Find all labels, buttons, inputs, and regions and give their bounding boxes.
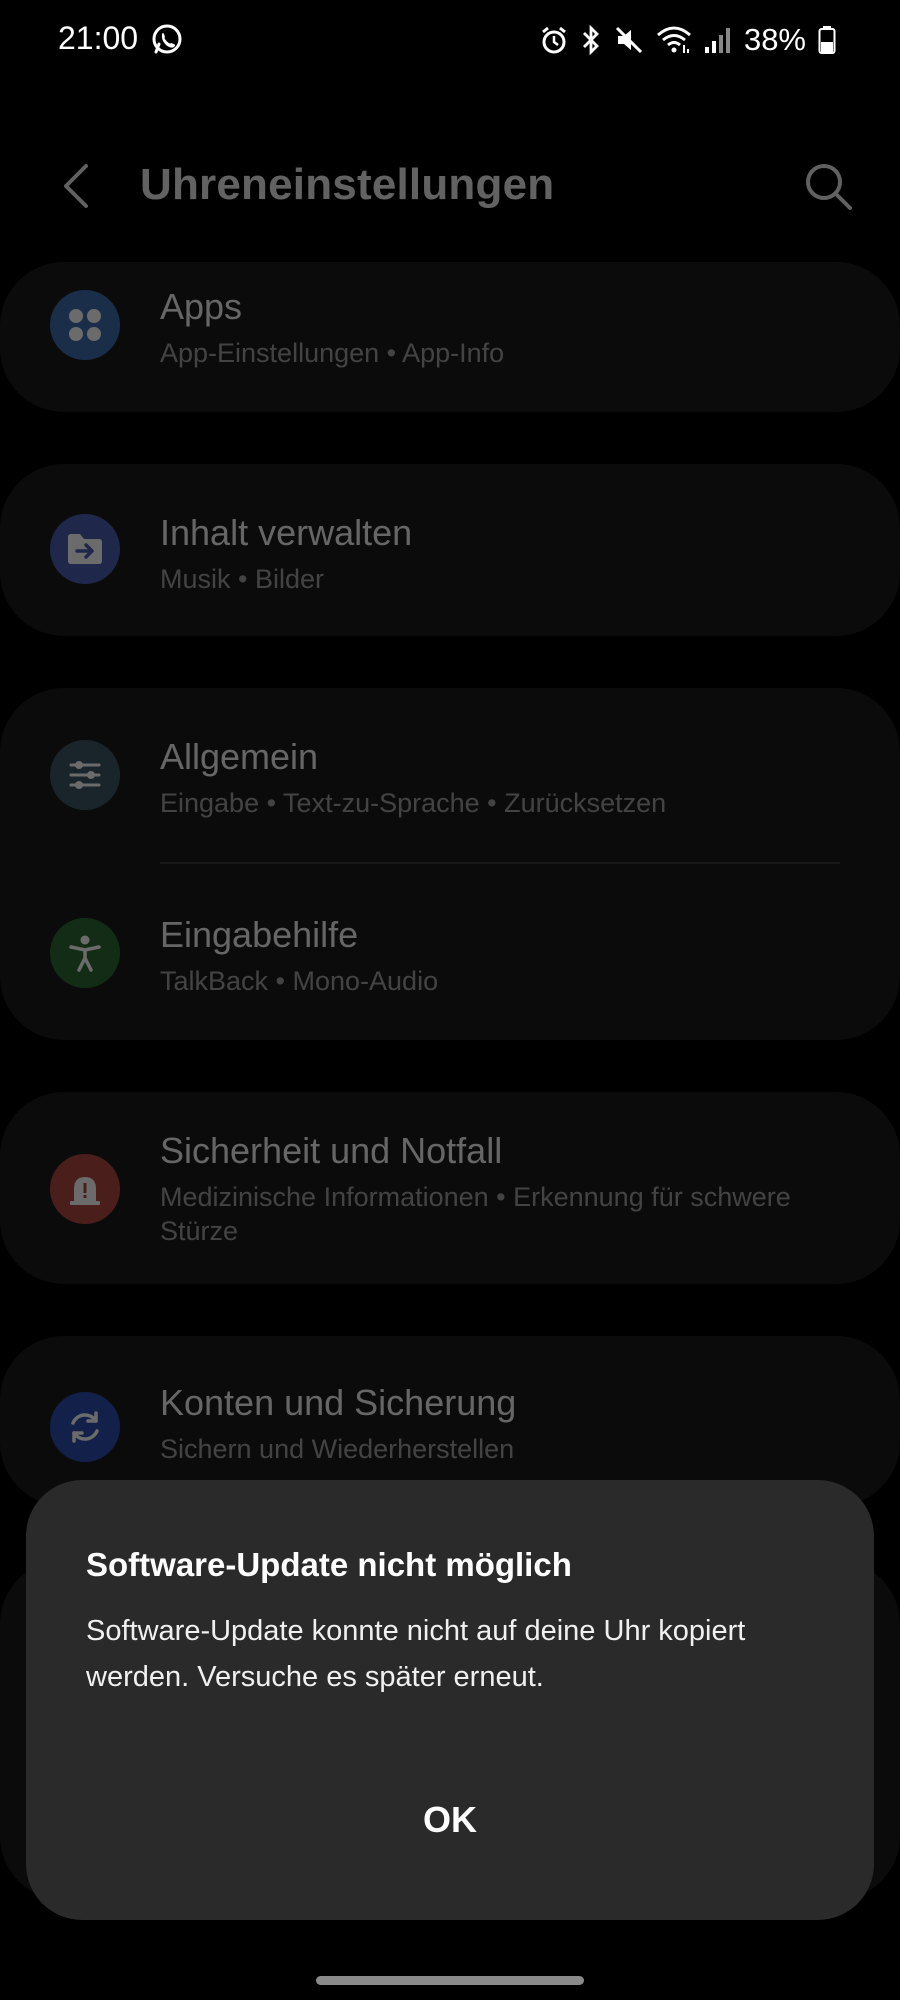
- page-title: Uhreneinstellungen: [140, 160, 555, 209]
- settings-item-title: Inhalt verwalten: [160, 512, 413, 553]
- settings-item-subtitle: TalkBack • Mono-Audio: [160, 966, 439, 996]
- apps-grid-icon: [50, 290, 120, 360]
- folder-transfer-icon: [50, 514, 120, 584]
- accessibility-icon: [50, 918, 120, 988]
- error-dialog: Software-Update nicht möglich Software-U…: [26, 1480, 874, 1920]
- back-arrow-icon[interactable]: [50, 158, 106, 214]
- settings-item-subtitle: Eingabe • Text-zu-Sprache • Zurücksetzen: [160, 788, 667, 818]
- alarm-icon: [542, 26, 566, 54]
- settings-item-content[interactable]: Inhalt verwalten Musik • Bilder: [0, 464, 900, 636]
- settings-item-title: Konten und Sicherung: [160, 1382, 517, 1423]
- status-icons: 38%: [540, 22, 836, 58]
- settings-item-subtitle: Sichern und Wiederherstellen: [160, 1434, 515, 1464]
- bluetooth-icon: [582, 25, 599, 55]
- wifi-icon: [656, 26, 691, 53]
- sync-icon: [50, 1392, 120, 1462]
- sliders-icon: [50, 740, 120, 810]
- dialog-title: Software-Update nicht möglich: [86, 1546, 572, 1583]
- settings-item-subtitle: App-Einstellungen • App-Info: [160, 338, 505, 368]
- settings-item-apps[interactable]: Apps App-Einstellungen • App-Info: [0, 262, 900, 412]
- settings-item-title: Eingabehilfe: [160, 914, 359, 955]
- settings-item-subtitle: Musik • Bilder: [160, 564, 324, 594]
- emergency-siren-icon: [50, 1154, 120, 1224]
- status-bar: 21:00 38%: [0, 0, 900, 80]
- settings-item-safety[interactable]: Sicherheit und Notfall Medizinische Info…: [0, 1092, 900, 1284]
- settings-item-accounts[interactable]: Konten und Sicherung Sichern und Wiederh…: [0, 1336, 900, 1486]
- mute-icon: [615, 26, 643, 54]
- ok-button[interactable]: OK: [350, 1780, 550, 1860]
- signal-icon: [704, 28, 730, 53]
- whatsapp-icon: [152, 24, 182, 54]
- settings-item-title: Allgemein: [160, 736, 319, 777]
- status-time: 21:00: [58, 20, 139, 56]
- settings-item-general[interactable]: Allgemein Eingabe • Text-zu-Sprache • Zu…: [0, 688, 900, 864]
- search-icon[interactable]: [798, 156, 858, 216]
- settings-item-title: Apps: [160, 286, 243, 327]
- battery-icon: [818, 26, 836, 54]
- gesture-nav-handle[interactable]: [316, 1976, 584, 1985]
- settings-item-accessibility[interactable]: Eingabehilfe TalkBack • Mono-Audio: [0, 864, 900, 1040]
- settings-item-subtitle: Medizinische Informationen • Erkennung f…: [160, 1182, 791, 1246]
- battery-percent: 38%: [743, 22, 806, 57]
- app-bar: Uhreneinstellungen: [0, 140, 900, 230]
- settings-item-title: Sicherheit und Notfall: [160, 1130, 503, 1171]
- dialog-message: Software-Update konnte nicht auf deine U…: [86, 1615, 746, 1693]
